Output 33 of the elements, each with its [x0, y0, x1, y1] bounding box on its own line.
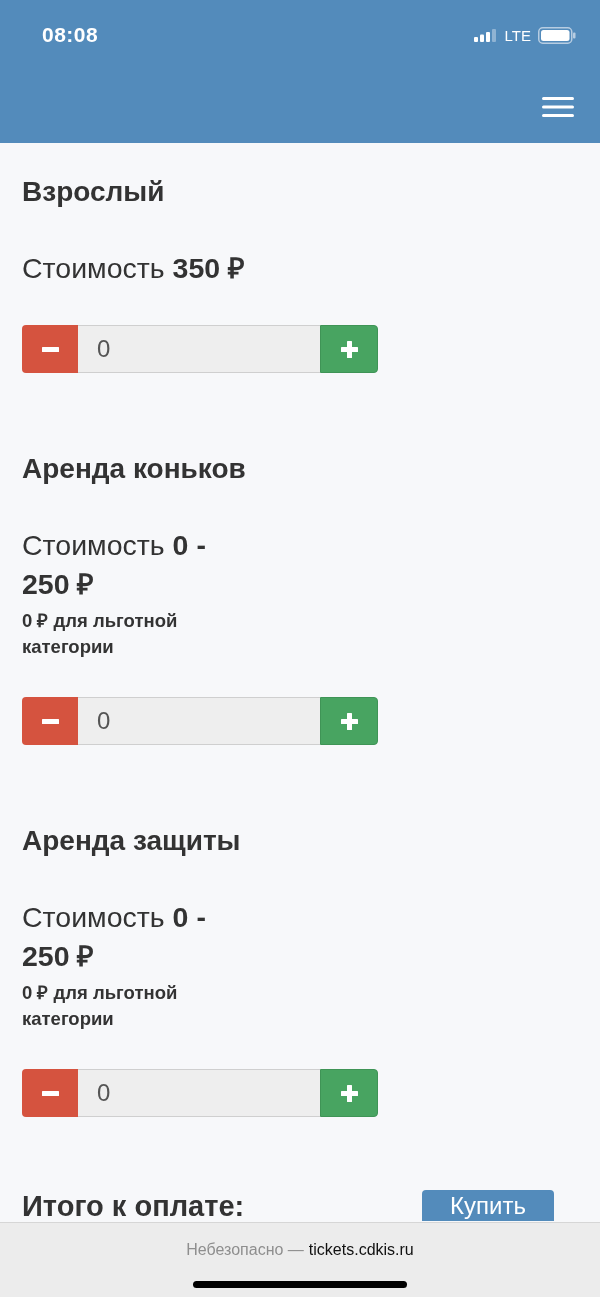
menu-button[interactable] [542, 96, 574, 117]
price-text: Стоимость 0 - 250 ₽ [22, 528, 207, 602]
quantity-field[interactable]: 0 [78, 1069, 320, 1117]
increase-button[interactable] [320, 1069, 378, 1117]
minus-icon [41, 1090, 59, 1096]
total-label: Итого к оплате: [22, 1192, 245, 1221]
quantity-field[interactable]: 0 [78, 325, 320, 373]
buy-button[interactable]: Купить [422, 1190, 554, 1221]
signal-icon [473, 28, 498, 42]
plus-icon [340, 1084, 358, 1102]
increase-button[interactable] [320, 697, 378, 745]
quantity-field[interactable]: 0 [78, 697, 320, 745]
decrease-button[interactable] [22, 325, 78, 373]
plus-icon [340, 340, 358, 358]
product-title: Аренда защиты [22, 824, 242, 858]
decrease-button[interactable] [22, 697, 78, 745]
menu-icon [542, 96, 574, 117]
minus-icon [41, 718, 59, 724]
minus-icon [41, 346, 59, 352]
status-time: 08:08 [42, 23, 99, 47]
security-label: Небезопасно — [186, 1240, 304, 1260]
product-title: Аренда коньков [22, 452, 247, 486]
product-title: Взрослый [22, 175, 166, 209]
discount-note: 0 ₽ для льготной категории [22, 981, 179, 1031]
price-text: Стоимость 0 - 250 ₽ [22, 900, 207, 974]
network-label: LTE [504, 26, 531, 44]
battery-icon [538, 26, 576, 44]
price-text: Стоимость 350 ₽ [22, 251, 247, 286]
increase-button[interactable] [320, 325, 378, 373]
discount-note: 0 ₽ для льготной категории [22, 609, 179, 659]
decrease-button[interactable] [22, 1069, 78, 1117]
address-domain[interactable]: tickets.cdkis.ru [308, 1240, 414, 1260]
plus-icon [340, 712, 358, 730]
